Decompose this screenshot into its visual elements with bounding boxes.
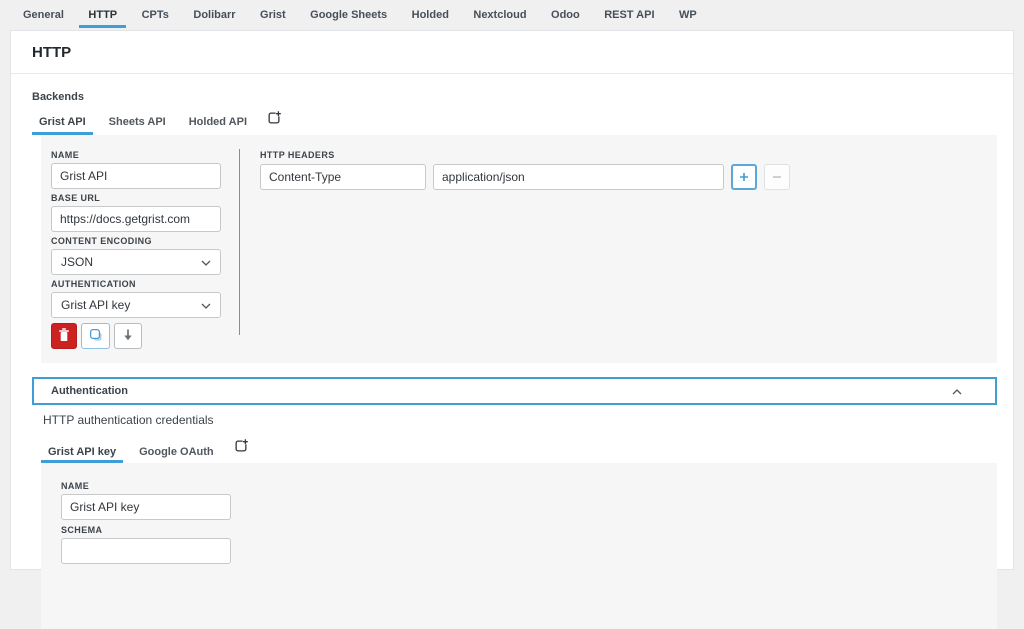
auth-tab-grist-api-key[interactable]: Grist API key <box>41 444 123 463</box>
authentication-accordion[interactable]: Authentication <box>32 377 997 405</box>
chevron-up-icon <box>952 382 962 400</box>
header-value-input[interactable] <box>433 164 724 190</box>
authentication-section: HTTP authentication credentials Grist AP… <box>41 413 997 629</box>
auth-name-label: NAME <box>61 481 997 491</box>
tab-holded[interactable]: Holded <box>403 5 458 28</box>
schema-input[interactable] <box>61 538 231 564</box>
tab-grist[interactable]: Grist <box>251 5 295 28</box>
settings-card: HTTP Backends Grist API Sheets API Holde… <box>10 30 1014 570</box>
new-tab-plus-icon <box>267 111 281 128</box>
auth-tab-bar: Grist API key Google OAuth <box>41 439 997 463</box>
chevron-down-icon <box>201 298 211 312</box>
auth-name-input[interactable] <box>61 494 231 520</box>
tab-nextcloud[interactable]: Nextcloud <box>464 5 535 28</box>
minus-icon <box>772 170 782 185</box>
http-headers-section: HTTP HEADERS <box>240 135 997 363</box>
name-label: NAME <box>51 150 239 160</box>
auth-panel: NAME SCHEMA <box>41 463 997 629</box>
backends-heading: Backends <box>32 91 997 103</box>
tab-rest-api[interactable]: REST API <box>595 5 663 28</box>
delete-backend-button[interactable] <box>51 323 77 349</box>
add-backend-tab-button[interactable] <box>263 111 281 135</box>
settings-tab-bar: General HTTP CPTs Dolibarr Grist Google … <box>0 0 1024 28</box>
card-header: HTTP <box>11 31 1013 74</box>
duplicate-backend-button[interactable] <box>81 323 110 349</box>
header-name-input[interactable] <box>260 164 426 190</box>
content-encoding-label: CONTENT ENCODING <box>51 236 239 246</box>
tab-http[interactable]: HTTP <box>79 5 126 28</box>
content-encoding-value: JSON <box>61 255 93 269</box>
add-auth-tab-button[interactable] <box>230 439 248 463</box>
tab-google-sheets[interactable]: Google Sheets <box>301 5 396 28</box>
card-content: Backends Grist API Sheets API Holded API… <box>11 91 1013 629</box>
plus-icon <box>739 170 749 185</box>
tab-cpts[interactable]: CPTs <box>133 5 178 28</box>
authentication-label: AUTHENTICATION <box>51 279 239 289</box>
base-url-label: BASE URL <box>51 193 239 203</box>
header-row <box>260 164 997 190</box>
name-input[interactable] <box>51 163 221 189</box>
arrow-down-icon <box>123 329 133 344</box>
auth-tab-google-oauth[interactable]: Google OAuth <box>132 444 221 463</box>
backend-form: NAME BASE URL CONTENT ENCODING JSON AUTH… <box>41 135 239 363</box>
tab-odoo[interactable]: Odoo <box>542 5 589 28</box>
backend-tab-holded-api[interactable]: Holded API <box>182 112 254 135</box>
export-backend-button[interactable] <box>114 323 142 349</box>
backend-tab-sheets-api[interactable]: Sheets API <box>102 112 173 135</box>
new-tab-plus-icon <box>234 439 248 456</box>
duplicate-icon <box>89 328 103 345</box>
backend-tab-grist-api[interactable]: Grist API <box>32 112 93 135</box>
content-encoding-select[interactable]: JSON <box>51 249 221 275</box>
authentication-select[interactable]: Grist API key <box>51 292 221 318</box>
base-url-input[interactable] <box>51 206 221 232</box>
http-headers-label: HTTP HEADERS <box>260 150 997 160</box>
add-header-button[interactable] <box>731 164 757 190</box>
trash-icon <box>58 328 70 345</box>
chevron-down-icon <box>201 255 211 269</box>
tab-general[interactable]: General <box>14 5 73 28</box>
accordion-title: Authentication <box>51 385 128 397</box>
backend-panel: NAME BASE URL CONTENT ENCODING JSON AUTH… <box>41 135 997 363</box>
backends-tab-bar: Grist API Sheets API Holded API <box>32 111 997 135</box>
tab-dolibarr[interactable]: Dolibarr <box>184 5 244 28</box>
page-title: HTTP <box>32 44 993 61</box>
auth-description: HTTP authentication credentials <box>41 413 997 427</box>
remove-header-button[interactable] <box>764 164 790 190</box>
tab-wp[interactable]: WP <box>670 5 706 28</box>
backend-actions <box>51 323 239 349</box>
authentication-value: Grist API key <box>61 298 130 312</box>
